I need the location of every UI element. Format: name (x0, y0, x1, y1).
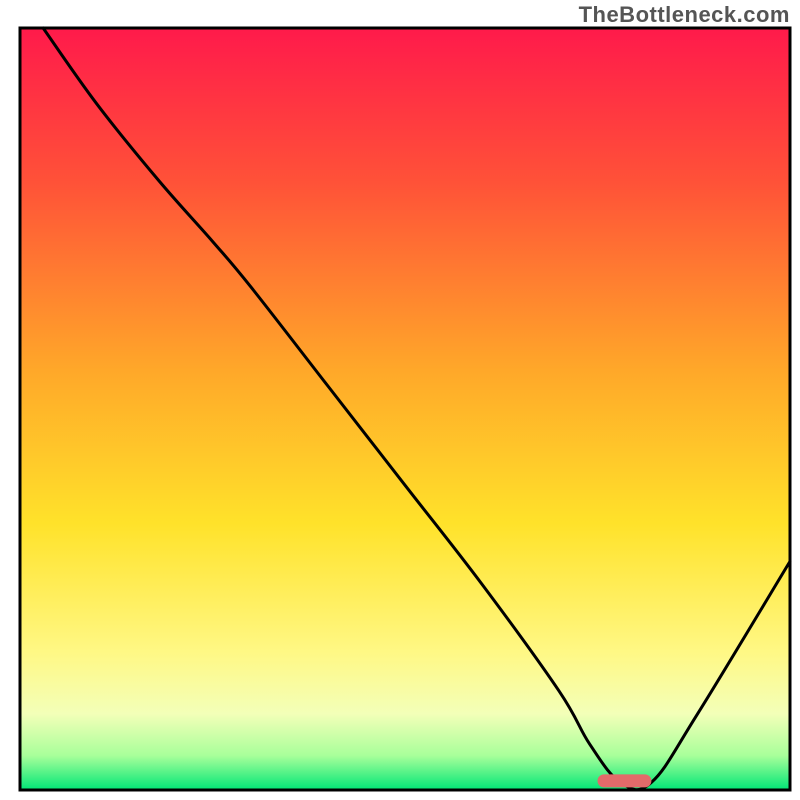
plot-background (20, 28, 790, 790)
chart-container: TheBottleneck.com (0, 0, 800, 800)
optimal-range-marker (598, 774, 652, 787)
watermark-text: TheBottleneck.com (579, 2, 790, 28)
bottleneck-chart (0, 0, 800, 800)
